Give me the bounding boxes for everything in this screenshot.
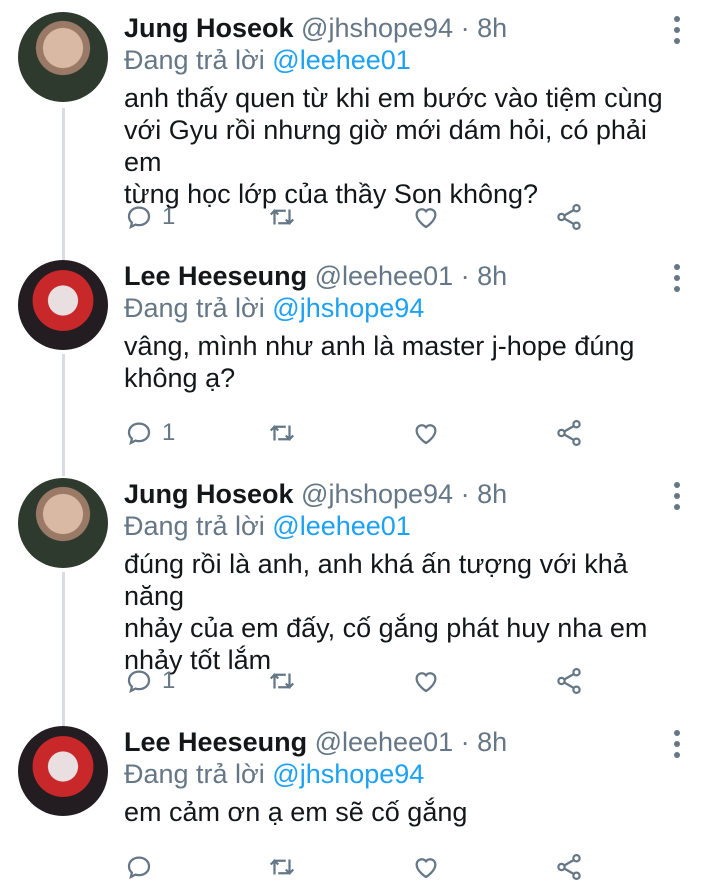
retweet-icon — [269, 425, 295, 441]
reply-count: 1 — [162, 419, 176, 446]
separator-dot: · — [460, 479, 470, 509]
timestamp[interactable]: 8h — [477, 13, 507, 43]
avatar[interactable] — [18, 12, 108, 102]
share-button[interactable] — [554, 850, 584, 884]
reply-count: 1 — [162, 203, 176, 230]
tweet-header: Jung Hoseok @jhshope94 · 8h — [124, 478, 680, 510]
separator-dot: · — [460, 13, 470, 43]
tweet-text: vâng, mình như anh là master j-hope đúng… — [124, 330, 680, 394]
more-icon[interactable] — [672, 482, 682, 515]
replying-label: Đang trả lời — [124, 511, 265, 541]
reply-count: 1 — [162, 667, 176, 694]
tweet-text-line: em cảm ơn ạ em sẽ cố gắng — [124, 797, 468, 827]
tweet-text-line: nhảy của em đấy, cố gắng phát huy nha em — [124, 613, 648, 643]
like-icon — [415, 672, 437, 693]
share-icon — [557, 668, 581, 694]
tweet[interactable]: Jung Hoseok @jhshope94 · 8h Đang trả lời… — [0, 12, 720, 252]
display-name[interactable]: Jung Hoseok — [124, 479, 294, 509]
tweet-text: em cảm ơn ạ em sẽ cố gắng — [124, 796, 680, 828]
replying-to: Đang trả lời @jhshope94 — [124, 292, 680, 324]
more-icon[interactable] — [672, 264, 682, 297]
like-button[interactable] — [411, 416, 441, 450]
share-button[interactable] — [554, 200, 584, 234]
tweet-header: Lee Heeseung @leehee01 · 8h — [124, 260, 680, 292]
tweet[interactable]: Lee Heeseung @leehee01 · 8h Đang trả lời… — [0, 260, 720, 470]
user-handle[interactable]: @leehee01 — [315, 727, 454, 757]
user-handle[interactable]: @jhshope94 — [301, 479, 453, 509]
replying-to: Đang trả lời @leehee01 — [124, 44, 680, 76]
tweet-text-line: với Gyu rồi nhưng giờ mới dám hỏi, có ph… — [124, 115, 647, 177]
retweet-button[interactable] — [267, 850, 297, 884]
reply-icon — [127, 856, 151, 880]
timestamp[interactable]: 8h — [477, 479, 507, 509]
retweet-icon — [269, 859, 295, 875]
reply-icon — [127, 206, 151, 230]
share-button[interactable] — [554, 664, 584, 698]
tweet-header: Jung Hoseok @jhshope94 · 8h — [124, 12, 680, 44]
tweet[interactable]: Lee Heeseung @leehee01 · 8h Đang trả lời… — [0, 726, 720, 892]
reply-button[interactable]: 1 — [124, 200, 175, 234]
tweet-text-line: đúng rồi là anh, anh khá ấn tượng với kh… — [124, 549, 628, 611]
tweet-text-line: vâng, mình như anh là master j-hope đúng — [124, 331, 635, 361]
tweet-text-line: anh thấy quen từ khi em bước vào tiệm cù… — [124, 83, 663, 113]
more-icon[interactable] — [672, 16, 682, 49]
retweet-icon — [269, 209, 295, 225]
reply-button[interactable]: 1 — [124, 416, 175, 450]
timestamp[interactable]: 8h — [477, 261, 507, 291]
user-handle[interactable]: @jhshope94 — [301, 13, 453, 43]
tweet-text: đúng rồi là anh, anh khá ấn tượng với kh… — [124, 548, 680, 676]
tweet-text-line: không ạ? — [124, 363, 236, 393]
replying-to: Đang trả lời @leehee01 — [124, 510, 680, 542]
share-icon — [557, 420, 581, 446]
like-icon — [415, 424, 437, 445]
share-icon — [557, 854, 581, 880]
separator-dot: · — [460, 727, 470, 757]
reply-button[interactable]: 1 — [124, 664, 175, 698]
display-name[interactable]: Lee Heeseung — [124, 727, 307, 757]
retweet-button[interactable] — [267, 416, 297, 450]
like-button[interactable] — [411, 850, 441, 884]
display-name[interactable]: Lee Heeseung — [124, 261, 307, 291]
retweet-icon — [269, 673, 295, 689]
display-name[interactable]: Jung Hoseok — [124, 13, 294, 43]
more-icon[interactable] — [672, 730, 682, 763]
user-handle[interactable]: @leehee01 — [315, 261, 454, 291]
tweet-text: anh thấy quen từ khi em bước vào tiệm cù… — [124, 82, 680, 210]
replying-label: Đang trả lời — [124, 45, 265, 75]
timestamp[interactable]: 8h — [477, 727, 507, 757]
like-icon — [415, 858, 437, 879]
replying-to: Đang trả lời @jhshope94 — [124, 758, 680, 790]
retweet-button[interactable] — [267, 664, 297, 698]
avatar[interactable] — [18, 260, 108, 350]
retweet-button[interactable] — [267, 200, 297, 234]
replying-label: Đang trả lời — [124, 759, 265, 789]
avatar[interactable] — [18, 726, 108, 816]
mention-link[interactable]: @leehee01 — [272, 511, 411, 541]
like-button[interactable] — [411, 664, 441, 698]
mention-link[interactable]: @jhshope94 — [272, 293, 424, 323]
replying-label: Đang trả lời — [124, 293, 265, 323]
tweet[interactable]: Jung Hoseok @jhshope94 · 8h Đang trả lời… — [0, 478, 720, 718]
like-icon — [415, 208, 437, 229]
reply-icon — [127, 422, 151, 446]
reply-button[interactable] — [124, 850, 162, 884]
mention-link[interactable]: @jhshope94 — [272, 759, 424, 789]
tweet-header: Lee Heeseung @leehee01 · 8h — [124, 726, 680, 758]
share-button[interactable] — [554, 416, 584, 450]
separator-dot: · — [460, 261, 470, 291]
reply-icon — [127, 670, 151, 694]
share-icon — [557, 204, 581, 230]
mention-link[interactable]: @leehee01 — [272, 45, 411, 75]
like-button[interactable] — [411, 200, 441, 234]
avatar[interactable] — [18, 478, 108, 568]
